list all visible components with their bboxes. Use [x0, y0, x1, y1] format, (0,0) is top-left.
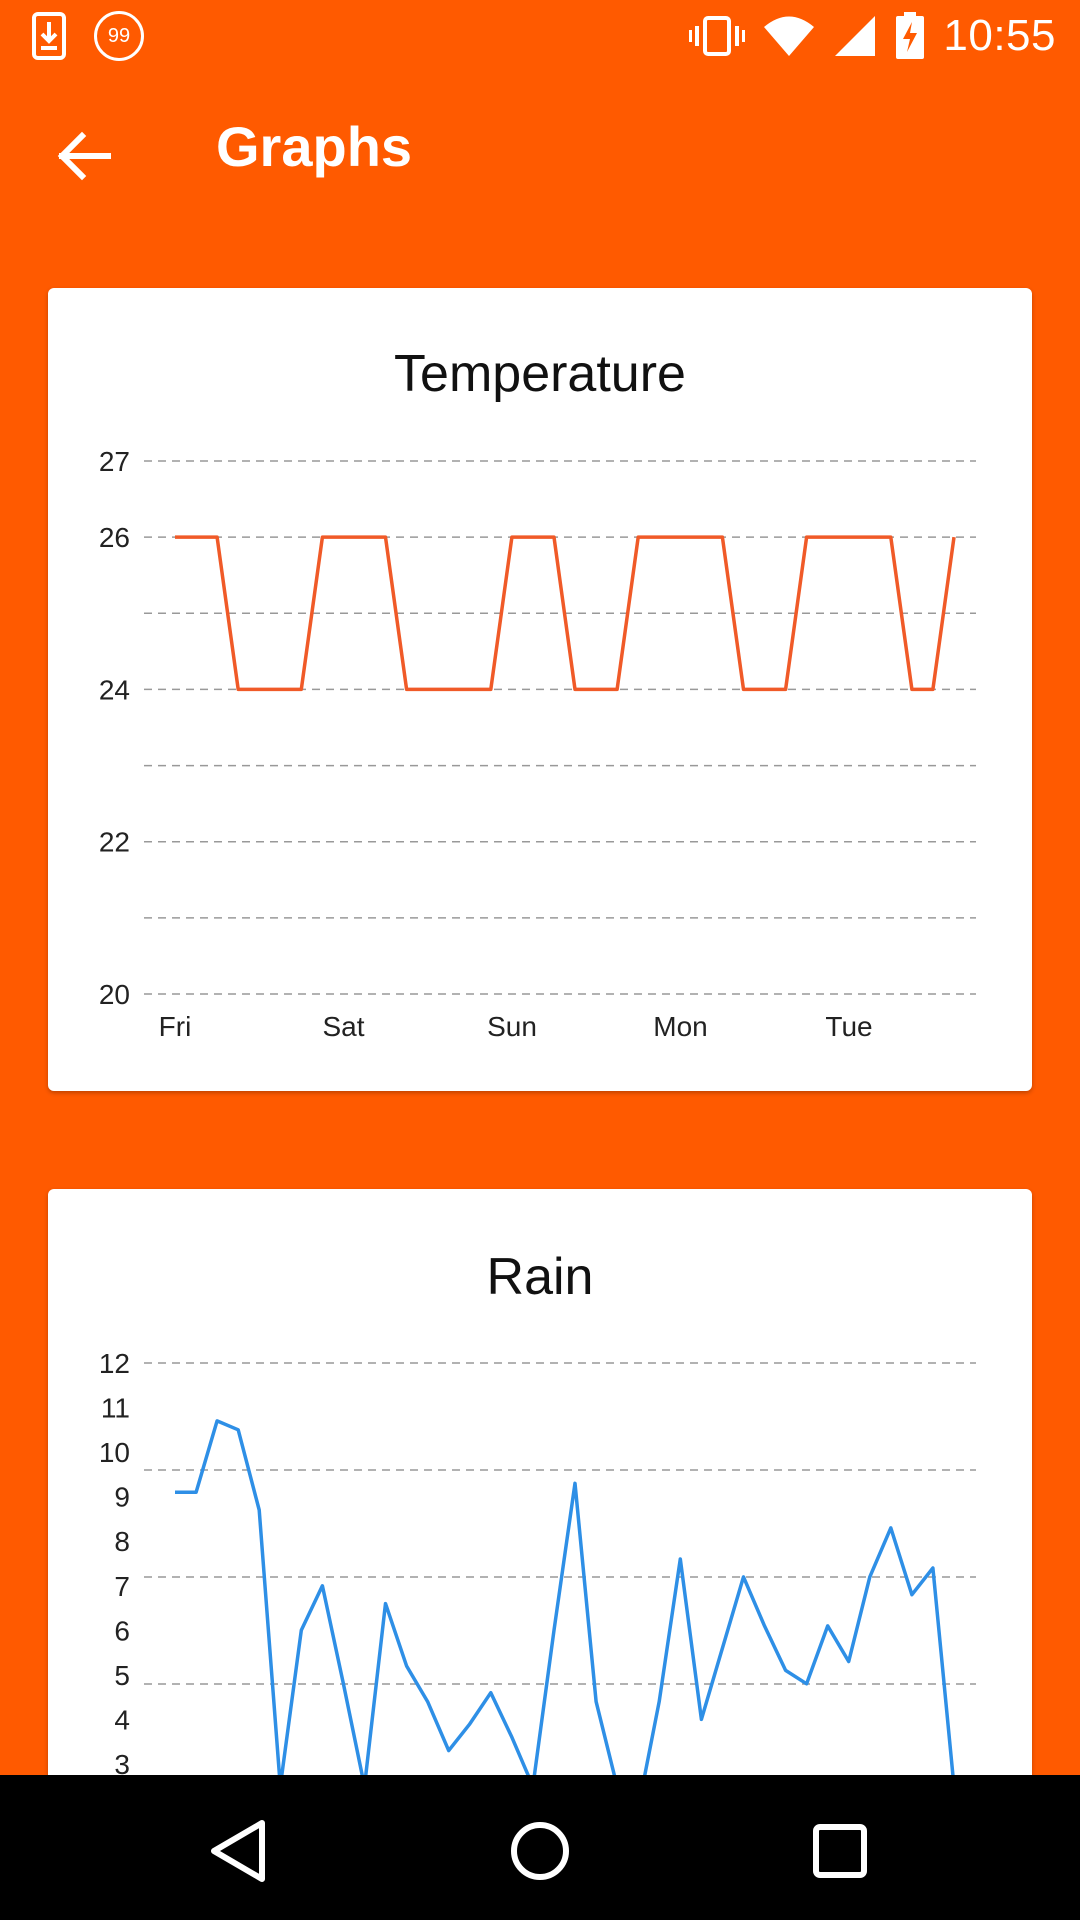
y-tick-label: 24 [99, 674, 130, 705]
y-tick-label: 4 [114, 1704, 130, 1735]
navigation-bar [0, 1775, 1080, 1920]
y-tick-label: 7 [114, 1571, 130, 1602]
y-tick-label: 9 [114, 1482, 130, 1513]
temperature-chart-card: Temperature 20 22 24 26 27 Fri Sat Sun Mon Tue [48, 288, 1032, 1091]
y-tick-label: 5 [114, 1660, 130, 1691]
y-tick-label: 20 [99, 979, 130, 1010]
nav-home-icon[interactable] [500, 1811, 580, 1891]
notification-count: 99 [107, 24, 131, 47]
status-bar: 99 10:55 [0, 0, 1080, 72]
x-tick-label: Fri [159, 1011, 192, 1042]
signal-icon [835, 16, 876, 56]
x-tick-label: Mon [653, 1011, 707, 1042]
x-tick-label: Sun [487, 1011, 537, 1042]
y-tick-label: 8 [114, 1526, 130, 1557]
y-tick-label: 11 [101, 1393, 130, 1424]
temperature-chart: 20 22 24 26 27 Fri Sat Sun Mon Tue [99, 446, 976, 1042]
download-icon [32, 12, 66, 60]
wifi-icon [764, 16, 815, 56]
y-tick-label: 12 [99, 1348, 130, 1379]
y-tick-label: 6 [114, 1615, 130, 1646]
status-time: 10:55 [943, 11, 1056, 60]
y-tick-label: 10 [99, 1437, 130, 1468]
nav-recents-icon[interactable] [800, 1811, 880, 1891]
y-tick-label: 27 [99, 446, 130, 477]
battery-charging-icon [896, 12, 925, 59]
y-tick-label: 22 [99, 827, 130, 858]
series-line [175, 1419, 956, 1811]
y-tick-label: 26 [99, 522, 130, 553]
x-tick-label: Tue [825, 1011, 872, 1042]
nav-back-icon[interactable] [200, 1811, 280, 1891]
notification-badge-icon: 99 [94, 11, 144, 61]
x-tick-label: Sat [322, 1011, 364, 1042]
arrow-back-icon[interactable] [54, 126, 114, 186]
page-title: Graphs [216, 115, 413, 178]
app-bar: Graphs [0, 72, 1080, 240]
vibrate-icon [689, 16, 746, 56]
